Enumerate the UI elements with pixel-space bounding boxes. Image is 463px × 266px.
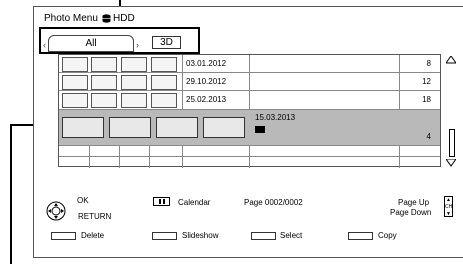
delete-button-key[interactable] [51, 232, 76, 240]
group-row-selected[interactable]: 15.03.2013 4 [59, 110, 440, 146]
page-title: Photo Menu [44, 13, 98, 24]
photo-thumbnail [91, 75, 117, 90]
photo-thumbnail [151, 57, 177, 72]
photo-thumbnail [91, 57, 117, 72]
group-date: 03.01.2012 [186, 59, 227, 68]
scroll-up-icon[interactable] [446, 56, 456, 64]
tab-right-arrow-icon[interactable]: › [136, 40, 139, 50]
select-button-key[interactable] [251, 232, 276, 240]
group-row[interactable]: 25.02.2013 18 [59, 91, 440, 110]
tab-left-arrow-icon[interactable]: ‹ [43, 40, 46, 50]
photo-thumbnail [62, 75, 88, 90]
photo-thumbnail [151, 75, 177, 90]
tab-3d[interactable]: 3D [152, 36, 181, 49]
drive-label: HDD [113, 13, 135, 24]
group-date: 29.10.2012 [186, 77, 227, 86]
drive-indicator: HDD [102, 13, 135, 24]
photo-thumbnail [203, 117, 245, 138]
photo-type-icon [255, 126, 265, 133]
photo-thumbnail [121, 75, 147, 90]
calendar-icon [153, 197, 170, 206]
group-date: 15.03.2013 [255, 113, 296, 122]
page-indicator: Page 0002/0002 [244, 198, 303, 207]
page-down-label: Page Down [390, 208, 432, 217]
copy-button-label: Copy [378, 231, 397, 240]
ch-label: CH [445, 204, 453, 210]
photo-thumbnail [121, 57, 147, 72]
select-button-label: Select [280, 231, 303, 240]
slideshow-button-key[interactable] [152, 232, 177, 240]
photo-thumbnail [121, 93, 147, 108]
delete-button-label: Delete [81, 231, 105, 240]
scroll-track[interactable] [449, 129, 455, 157]
slideshow-button-label: Slideshow [182, 231, 219, 240]
tab-all-label: All [85, 38, 97, 49]
group-date: 25.02.2013 [186, 95, 227, 104]
group-count: 12 [422, 77, 431, 86]
scroll-down-icon[interactable] [446, 159, 456, 167]
calendar-label: Calendar [178, 198, 211, 207]
tab-all[interactable]: All [48, 35, 134, 52]
group-count: 4 [426, 132, 431, 141]
scrollbar[interactable] [444, 56, 458, 168]
ok-label: OK [77, 196, 89, 205]
photo-group-list: 03.01.2012 8 29.10.2012 12 25.02.2013 18… [58, 54, 441, 168]
return-label: RETURN [78, 212, 112, 221]
photo-thumbnail [109, 117, 151, 138]
callout-line-left-vertical [10, 124, 12, 264]
copy-button-key[interactable] [348, 232, 373, 240]
tab-3d-label: 3D [160, 37, 173, 48]
group-count: 8 [426, 59, 431, 68]
photo-thumbnail [62, 117, 104, 138]
photo-thumbnail [151, 93, 177, 108]
group-row[interactable]: 03.01.2012 8 [59, 55, 440, 73]
photo-thumbnail [91, 93, 117, 108]
page-up-label: Page Up [398, 198, 430, 207]
photo-thumbnail [62, 57, 88, 72]
dpad-icon [46, 201, 66, 221]
hdd-icon [102, 14, 111, 23]
ch-button-icon: ▲ CH ▼ [444, 196, 453, 217]
group-row[interactable]: 29.10.2012 12 [59, 73, 440, 91]
group-count: 18 [422, 95, 431, 104]
photo-thumbnail [62, 93, 88, 108]
photo-thumbnail [156, 117, 198, 138]
